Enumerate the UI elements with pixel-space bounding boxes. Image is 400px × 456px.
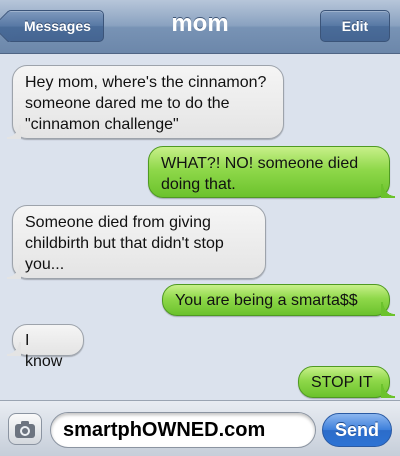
message-bubble-received: I know	[7, 324, 84, 370]
message-input-bar: smartphOWNED.com Send	[0, 400, 400, 456]
message-text-field[interactable]: smartphOWNED.com	[50, 412, 316, 448]
edit-button[interactable]: Edit	[320, 10, 390, 42]
back-button-label: Messages	[24, 18, 91, 34]
conversation-title: mom	[171, 10, 229, 37]
navigation-bar: Messages mom Edit	[0, 0, 400, 54]
message-bubble-received: Hey mom, where's the cinnamon? someone d…	[7, 65, 284, 139]
message-bubble-sent: STOP IT	[298, 366, 395, 398]
send-button[interactable]: Send	[322, 413, 392, 447]
message-bubble-sent: You are being a smarta$$	[162, 284, 395, 316]
messages-back-button[interactable]: Messages	[6, 10, 104, 42]
message-thread: Hey mom, where's the cinnamon? someone d…	[0, 54, 400, 400]
message-bubble-received: Someone died from giving childbirth but …	[7, 205, 266, 279]
message-bubble-sent: WHAT?! NO! someone died doing that.	[148, 146, 395, 198]
camera-icon	[15, 421, 35, 438]
camera-button[interactable]	[8, 413, 42, 445]
